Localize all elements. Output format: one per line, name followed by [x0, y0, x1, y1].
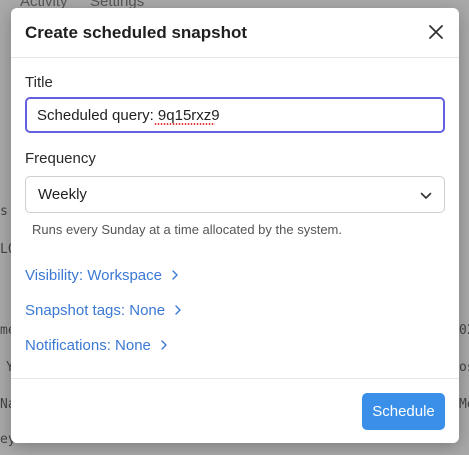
background-text: os: [459, 360, 469, 375]
background-text: 02: [459, 323, 469, 338]
dialog-body: Title Frequency Weekly Runs every Sunday…: [11, 58, 459, 378]
chevron-right-icon: [175, 305, 181, 315]
visibility-link[interactable]: Visibility: Workspace: [25, 267, 180, 284]
dialog-footer: Schedule: [11, 378, 459, 443]
chevron-right-icon: [161, 340, 167, 350]
title-input[interactable]: [25, 97, 445, 133]
frequency-hint: Runs every Sunday at a time allocated by…: [32, 222, 342, 237]
snapshot-tags-link[interactable]: Snapshot tags: None: [25, 302, 183, 319]
schedule-button[interactable]: Schedule: [362, 393, 445, 430]
background-text: s: [0, 204, 8, 219]
frequency-label: Frequency: [25, 150, 96, 167]
dialog-title: Create scheduled snapshot: [25, 23, 248, 42]
notifications-link-label: Notifications: None: [25, 337, 151, 354]
background-text: Me: [459, 397, 469, 412]
visibility-link-label: Visibility: Workspace: [25, 267, 162, 284]
snapshot-tags-link-label: Snapshot tags: None: [25, 302, 166, 319]
frequency-select[interactable]: Weekly: [25, 176, 445, 213]
create-snapshot-dialog: Create scheduled snapshot Title Frequenc…: [11, 8, 459, 443]
title-label: Title: [25, 74, 53, 91]
chevron-down-icon: [420, 192, 432, 199]
close-button[interactable]: [427, 23, 445, 41]
dialog-header: Create scheduled snapshot: [11, 8, 459, 58]
chevron-right-icon: [172, 270, 178, 280]
notifications-link[interactable]: Notifications: None: [25, 337, 169, 354]
spellcheck-underline: [154, 123, 215, 125]
frequency-selected-value: Weekly: [38, 186, 87, 203]
close-icon: [429, 25, 443, 39]
